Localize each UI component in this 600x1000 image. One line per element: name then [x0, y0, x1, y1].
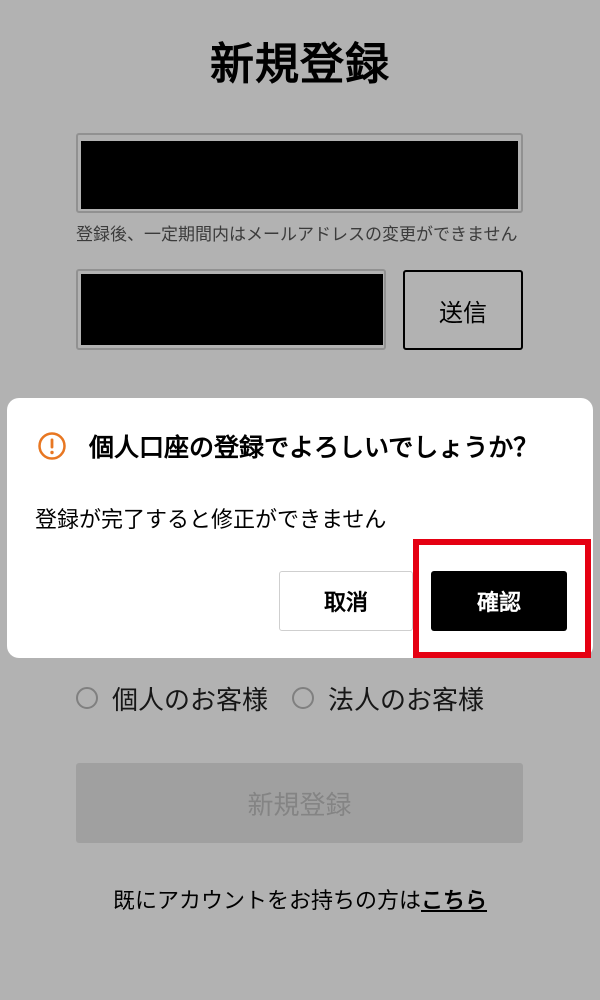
dialog-header: 個人口座の登録でよろしいでしょうか？ — [37, 428, 538, 464]
signup-page: 新規登録 登録後、一定期間内はメールアドレスの変更ができません 送信 個人のお客… — [0, 0, 600, 1000]
dialog-title: 個人口座の登録でよろしいでしょうか？ — [89, 433, 539, 462]
dialog-message: 登録が完了すると修正ができません — [35, 508, 387, 533]
warning-circle-icon — [38, 432, 66, 460]
highlight-box — [413, 539, 591, 658]
cancel-button[interactable]: 取消 — [279, 571, 413, 631]
